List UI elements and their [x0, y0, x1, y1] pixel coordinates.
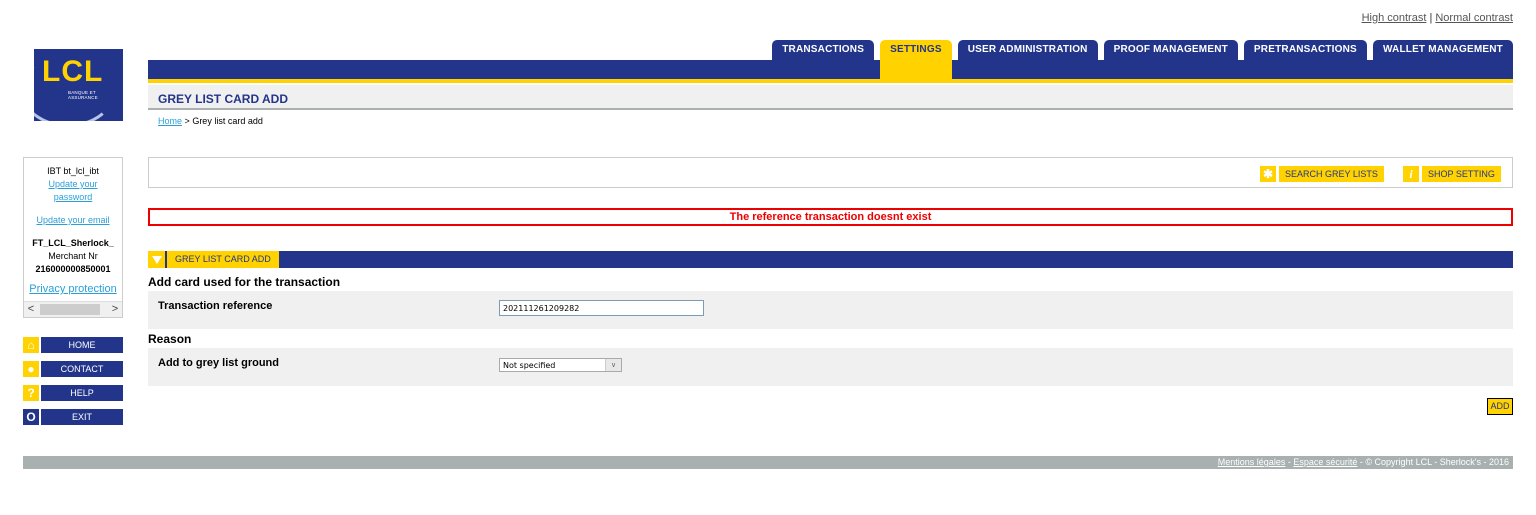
- footer-separator: -: [1287, 457, 1291, 467]
- walking-man-icon: ✱: [1260, 166, 1276, 182]
- search-grey-lists-button[interactable]: ✱ SEARCH GREY LISTS: [1260, 166, 1384, 182]
- home-icon: ⌂: [23, 337, 39, 353]
- contrast-separator: |: [1429, 12, 1433, 24]
- transaction-reference-label: Transaction reference: [158, 300, 273, 312]
- high-contrast-link[interactable]: High contrast: [1362, 12, 1427, 24]
- breadcrumb-current: Grey list card add: [192, 116, 263, 126]
- tab-settings[interactable]: SETTINGS: [880, 40, 952, 80]
- tab-user-administration[interactable]: USER ADMINISTRATION: [957, 40, 1098, 60]
- update-password-link[interactable]: Update your: [48, 179, 97, 189]
- merchant-label: Merchant Nr: [48, 251, 98, 261]
- contrast-switcher: High contrast | Normal contrast: [1362, 12, 1513, 24]
- grey-list-ground-select[interactable]: Not specified ∨: [499, 358, 622, 372]
- question-icon: ?: [23, 385, 39, 401]
- tab-pretransactions[interactable]: PRETRANSACTIONS: [1243, 40, 1367, 60]
- shop-setting-button[interactable]: i SHOP SETTING: [1403, 166, 1501, 182]
- side-menu-contact[interactable]: ● CONTACT: [23, 361, 123, 377]
- scroll-left-icon[interactable]: <: [24, 302, 38, 317]
- shop-setting-label: SHOP SETTING: [1422, 166, 1501, 182]
- breadcrumb-home-link[interactable]: Home: [158, 116, 182, 126]
- grey-list-ground-row: Add to grey list ground Not specified ∨: [148, 348, 1513, 386]
- tab-transactions[interactable]: TRANSACTIONS: [772, 40, 875, 60]
- side-menu-label: HELP: [41, 385, 123, 401]
- update-email-link[interactable]: Update your email: [36, 215, 109, 225]
- section-header[interactable]: GREY LIST CARD ADD: [148, 251, 1513, 268]
- chevron-down-icon[interactable]: ∨: [605, 359, 621, 371]
- security-space-link[interactable]: Espace sécurité: [1293, 457, 1357, 467]
- logo-tagline: BANQUE ET ASSURANCE: [68, 90, 98, 100]
- search-grey-lists-label: SEARCH GREY LISTS: [1279, 166, 1384, 182]
- grey-list-ground-value: Not specified: [503, 361, 556, 370]
- normal-contrast-link[interactable]: Normal contrast: [1435, 12, 1513, 24]
- collapse-triangle-icon[interactable]: [148, 251, 165, 268]
- side-menu-label: CONTACT: [41, 361, 123, 377]
- power-icon: O: [23, 409, 39, 425]
- legal-mentions-link[interactable]: Mentions légales: [1218, 457, 1286, 467]
- horizontal-scrollbar[interactable]: < >: [24, 301, 122, 317]
- grey-list-ground-label: Add to grey list ground: [158, 357, 279, 369]
- update-password-link-cont[interactable]: password: [54, 192, 93, 202]
- side-menu-label: HOME: [41, 337, 123, 353]
- lcl-logo[interactable]: LCL BANQUE ET ASSURANCE: [34, 49, 123, 121]
- logo-brand: LCL: [42, 55, 104, 88]
- user-name: IBT bt_lcl_ibt: [47, 166, 99, 176]
- group-title-card: Add card used for the transaction: [148, 275, 341, 289]
- page-title: GREY LIST CARD ADD: [158, 92, 289, 106]
- info-icon: i: [1403, 166, 1419, 182]
- merchant-number: 216000000850001: [35, 264, 111, 274]
- page-title-bar: GREY LIST CARD ADD: [148, 85, 1513, 110]
- shop-name: FT_LCL_Sherlock_: [32, 238, 114, 248]
- transaction-reference-input[interactable]: [499, 300, 704, 316]
- speech-bubble-icon: ●: [23, 361, 39, 377]
- side-menu-label: EXIT: [41, 409, 123, 425]
- side-menu-exit[interactable]: O EXIT: [23, 409, 123, 425]
- main-tabs: TRANSACTIONS SETTINGS USER ADMINISTRATIO…: [772, 40, 1513, 80]
- breadcrumb: Home > Grey list card add: [158, 116, 263, 126]
- side-menu-help[interactable]: ? HELP: [23, 385, 123, 401]
- scrollbar-thumb[interactable]: [40, 304, 100, 315]
- error-message: The reference transaction doesnt exist: [148, 208, 1513, 226]
- tab-wallet-management[interactable]: WALLET MANAGEMENT: [1372, 40, 1513, 60]
- copyright-text: - © Copyright LCL - Sherlock's - 2016: [1359, 457, 1509, 467]
- transaction-reference-row: Transaction reference: [148, 291, 1513, 329]
- side-menu-home[interactable]: ⌂ HOME: [23, 337, 123, 353]
- breadcrumb-separator: >: [184, 116, 190, 126]
- tab-proof-management[interactable]: PROOF MANAGEMENT: [1103, 40, 1238, 60]
- scroll-right-icon[interactable]: >: [108, 302, 122, 317]
- footer: Mentions légales - Espace sécurité - © C…: [23, 456, 1513, 469]
- user-info-panel: IBT bt_lcl_ibt Update your password Upda…: [23, 157, 123, 318]
- action-toolbar: ✱ SEARCH GREY LISTS i SHOP SETTING: [148, 157, 1513, 188]
- privacy-protection-link[interactable]: Privacy protection: [29, 283, 116, 295]
- add-button[interactable]: ADD: [1487, 398, 1513, 415]
- group-title-reason: Reason: [148, 332, 192, 346]
- section-title: GREY LIST CARD ADD: [167, 251, 279, 268]
